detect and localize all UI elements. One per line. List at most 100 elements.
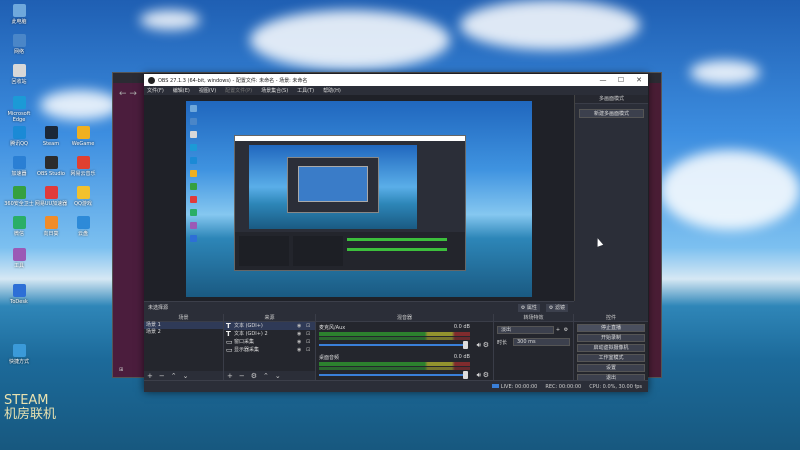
menu-item[interactable]: 编辑(E)	[173, 87, 190, 94]
source-item[interactable]: T 文本 (GDI+) 2 ◉ ⊡	[224, 330, 315, 338]
desktop-icon[interactable]: 360安全卫士	[2, 186, 36, 207]
title-bar[interactable]: OBS 27.1.3 (64-bit, windows) - 配置文件: 未命名…	[144, 74, 648, 86]
control-button[interactable]: 启动虚拟摄像机	[577, 344, 645, 352]
control-button[interactable]: 停止直播	[577, 324, 645, 332]
gear-icon[interactable]: ⚙	[483, 341, 489, 349]
watermark: STEAM 机房联机	[4, 394, 56, 422]
menu-item[interactable]: 视图(V)	[199, 87, 216, 94]
source-item[interactable]: T 文本 (GDI+) ◉ ⊡	[224, 322, 315, 330]
desktop-icon[interactable]: 向日葵	[34, 216, 68, 237]
desktop-icon[interactable]: WeGame	[66, 126, 100, 147]
add-icon[interactable]: +	[227, 372, 233, 380]
duration-input[interactable]: 300 ms	[513, 338, 570, 346]
move-down-icon[interactable]: ⌄	[183, 372, 189, 380]
menu-item[interactable]: 配置文件(P)	[225, 87, 252, 94]
volume-meter	[319, 362, 470, 366]
cloud	[140, 10, 200, 30]
desktop-icon[interactable]: 微信	[2, 216, 36, 237]
slider-knob[interactable]	[463, 341, 468, 349]
desktop-icon[interactable]: Microsoft Edge	[2, 96, 36, 123]
visibility-eye-icon[interactable]: ◉	[297, 338, 306, 346]
move-up-icon[interactable]: ⌃	[171, 372, 177, 380]
controls-title: 控件	[574, 314, 648, 322]
add-transition-icon[interactable]: +	[554, 327, 562, 333]
lock-icon[interactable]: ⊡	[306, 338, 315, 346]
volume-slider[interactable]	[319, 371, 468, 379]
preview-canvas[interactable]	[186, 101, 532, 297]
desktop-icon[interactable]: 此电脑	[2, 4, 36, 25]
minimize-button[interactable]: —	[594, 76, 612, 84]
transition-select-row: 淡出 + ⚙	[497, 326, 570, 334]
move-down-icon[interactable]: ⌄	[275, 372, 281, 380]
visibility-eye-icon[interactable]: ◉	[297, 346, 306, 354]
desktop-icon[interactable]: 腾讯QQ	[2, 126, 36, 147]
close-button[interactable]: ✕	[630, 76, 648, 84]
volume-slider[interactable]	[319, 341, 468, 349]
remove-icon[interactable]: −	[239, 372, 245, 380]
mixer-title: 混音器	[316, 314, 493, 322]
slider-knob[interactable]	[463, 371, 468, 379]
volume-meter	[319, 337, 470, 340]
desktop-icon[interactable]: 回收站	[2, 64, 36, 85]
background-window-left	[113, 83, 147, 377]
gear-icon[interactable]: ⚙	[251, 372, 257, 380]
transition-select[interactable]: 淡出	[497, 326, 554, 334]
control-button[interactable]: 工作室模式	[577, 354, 645, 362]
app-icon	[12, 284, 26, 297]
desktop-icon[interactable]: Steam	[34, 126, 68, 147]
visibility-eye-icon[interactable]: ◉	[297, 330, 306, 338]
control-button[interactable]: 开始录制	[577, 334, 645, 342]
desktop-icon[interactable]: 网络	[2, 34, 36, 55]
desktop-icon-label: WeGame	[71, 141, 95, 147]
gear-icon[interactable]: ⚙	[562, 327, 570, 333]
maximize-button[interactable]: ☐	[612, 76, 630, 84]
desktop-icon[interactable]: 快捷方式	[2, 344, 36, 365]
app-icon	[12, 64, 26, 77]
desktop-icon[interactable]: 云盘	[66, 216, 100, 237]
cloud	[660, 150, 800, 230]
lock-icon[interactable]: ⊡	[306, 346, 315, 354]
add-icon[interactable]: ⊞	[119, 367, 123, 373]
desktop-icon[interactable]: OBS Studio	[34, 156, 68, 177]
source-item[interactable]: ▭ 显示器采集 ◉ ⊡	[224, 346, 315, 354]
menu-item[interactable]: 文件(F)	[147, 87, 164, 94]
move-up-icon[interactable]: ⌃	[263, 372, 269, 380]
visibility-eye-icon[interactable]: ◉	[297, 322, 306, 330]
remove-icon[interactable]: −	[159, 372, 165, 380]
menu-item[interactable]: 场景集合(S)	[261, 87, 288, 94]
properties-button[interactable]: ⚙ 属性	[517, 303, 540, 312]
scene-item[interactable]: 场景 2	[144, 329, 223, 336]
desktop-icon[interactable]: 网易云音乐	[66, 156, 100, 177]
desktop-icon[interactable]: QQ游戏	[66, 186, 100, 207]
menu-item[interactable]: 工具(T)	[297, 87, 314, 94]
filters-button[interactable]: ⚙ 滤镜	[545, 303, 568, 312]
new-multiview-button[interactable]: 新建多画面模式	[579, 109, 644, 118]
desktop-icon-label: Steam	[42, 141, 60, 147]
mixer-channel: 桌面音频 0.0 dB 🔊︎ ⚙	[319, 354, 490, 382]
obs-window[interactable]: OBS 27.1.3 (64-bit, windows) - 配置文件: 未命名…	[144, 74, 648, 392]
scene-item[interactable]: 场景 1	[144, 322, 223, 329]
speaker-icon[interactable]: 🔊︎	[477, 341, 481, 350]
control-button[interactable]: 设置	[577, 364, 645, 372]
gear-icon[interactable]: ⚙	[483, 371, 489, 379]
lock-icon[interactable]: ⊡	[306, 322, 315, 330]
app-icon	[12, 216, 26, 229]
desktop-icon[interactable]: 加速器	[2, 156, 36, 177]
speaker-icon[interactable]: 🔊︎	[477, 371, 481, 380]
desktop-icon[interactable]: 网易UU加速器	[34, 186, 68, 207]
desktop-icon-label: 网易UU加速器	[34, 201, 68, 207]
back-arrow-icon[interactable]: ← →	[119, 89, 137, 99]
sources-title: 来源	[224, 314, 315, 322]
transitions-title: 转场特效	[494, 314, 573, 322]
menu-item[interactable]: 帮助(H)	[323, 87, 341, 94]
app-icon	[76, 216, 90, 229]
desktop-icon[interactable]: ToDesk	[2, 284, 36, 305]
cloud	[250, 10, 450, 70]
desktop-icon[interactable]: 工具	[2, 248, 36, 269]
source-item[interactable]: ▭ 窗口采集 ◉ ⊡	[224, 338, 315, 346]
lock-icon[interactable]: ⊡	[306, 330, 315, 338]
source-toolbar: 未选择源 ⚙ 属性 ⚙ 滤镜	[144, 301, 574, 313]
watermark-line1: STEAM	[4, 393, 49, 408]
channel-db: 0.0 dB	[453, 324, 470, 330]
add-icon[interactable]: +	[147, 372, 153, 380]
